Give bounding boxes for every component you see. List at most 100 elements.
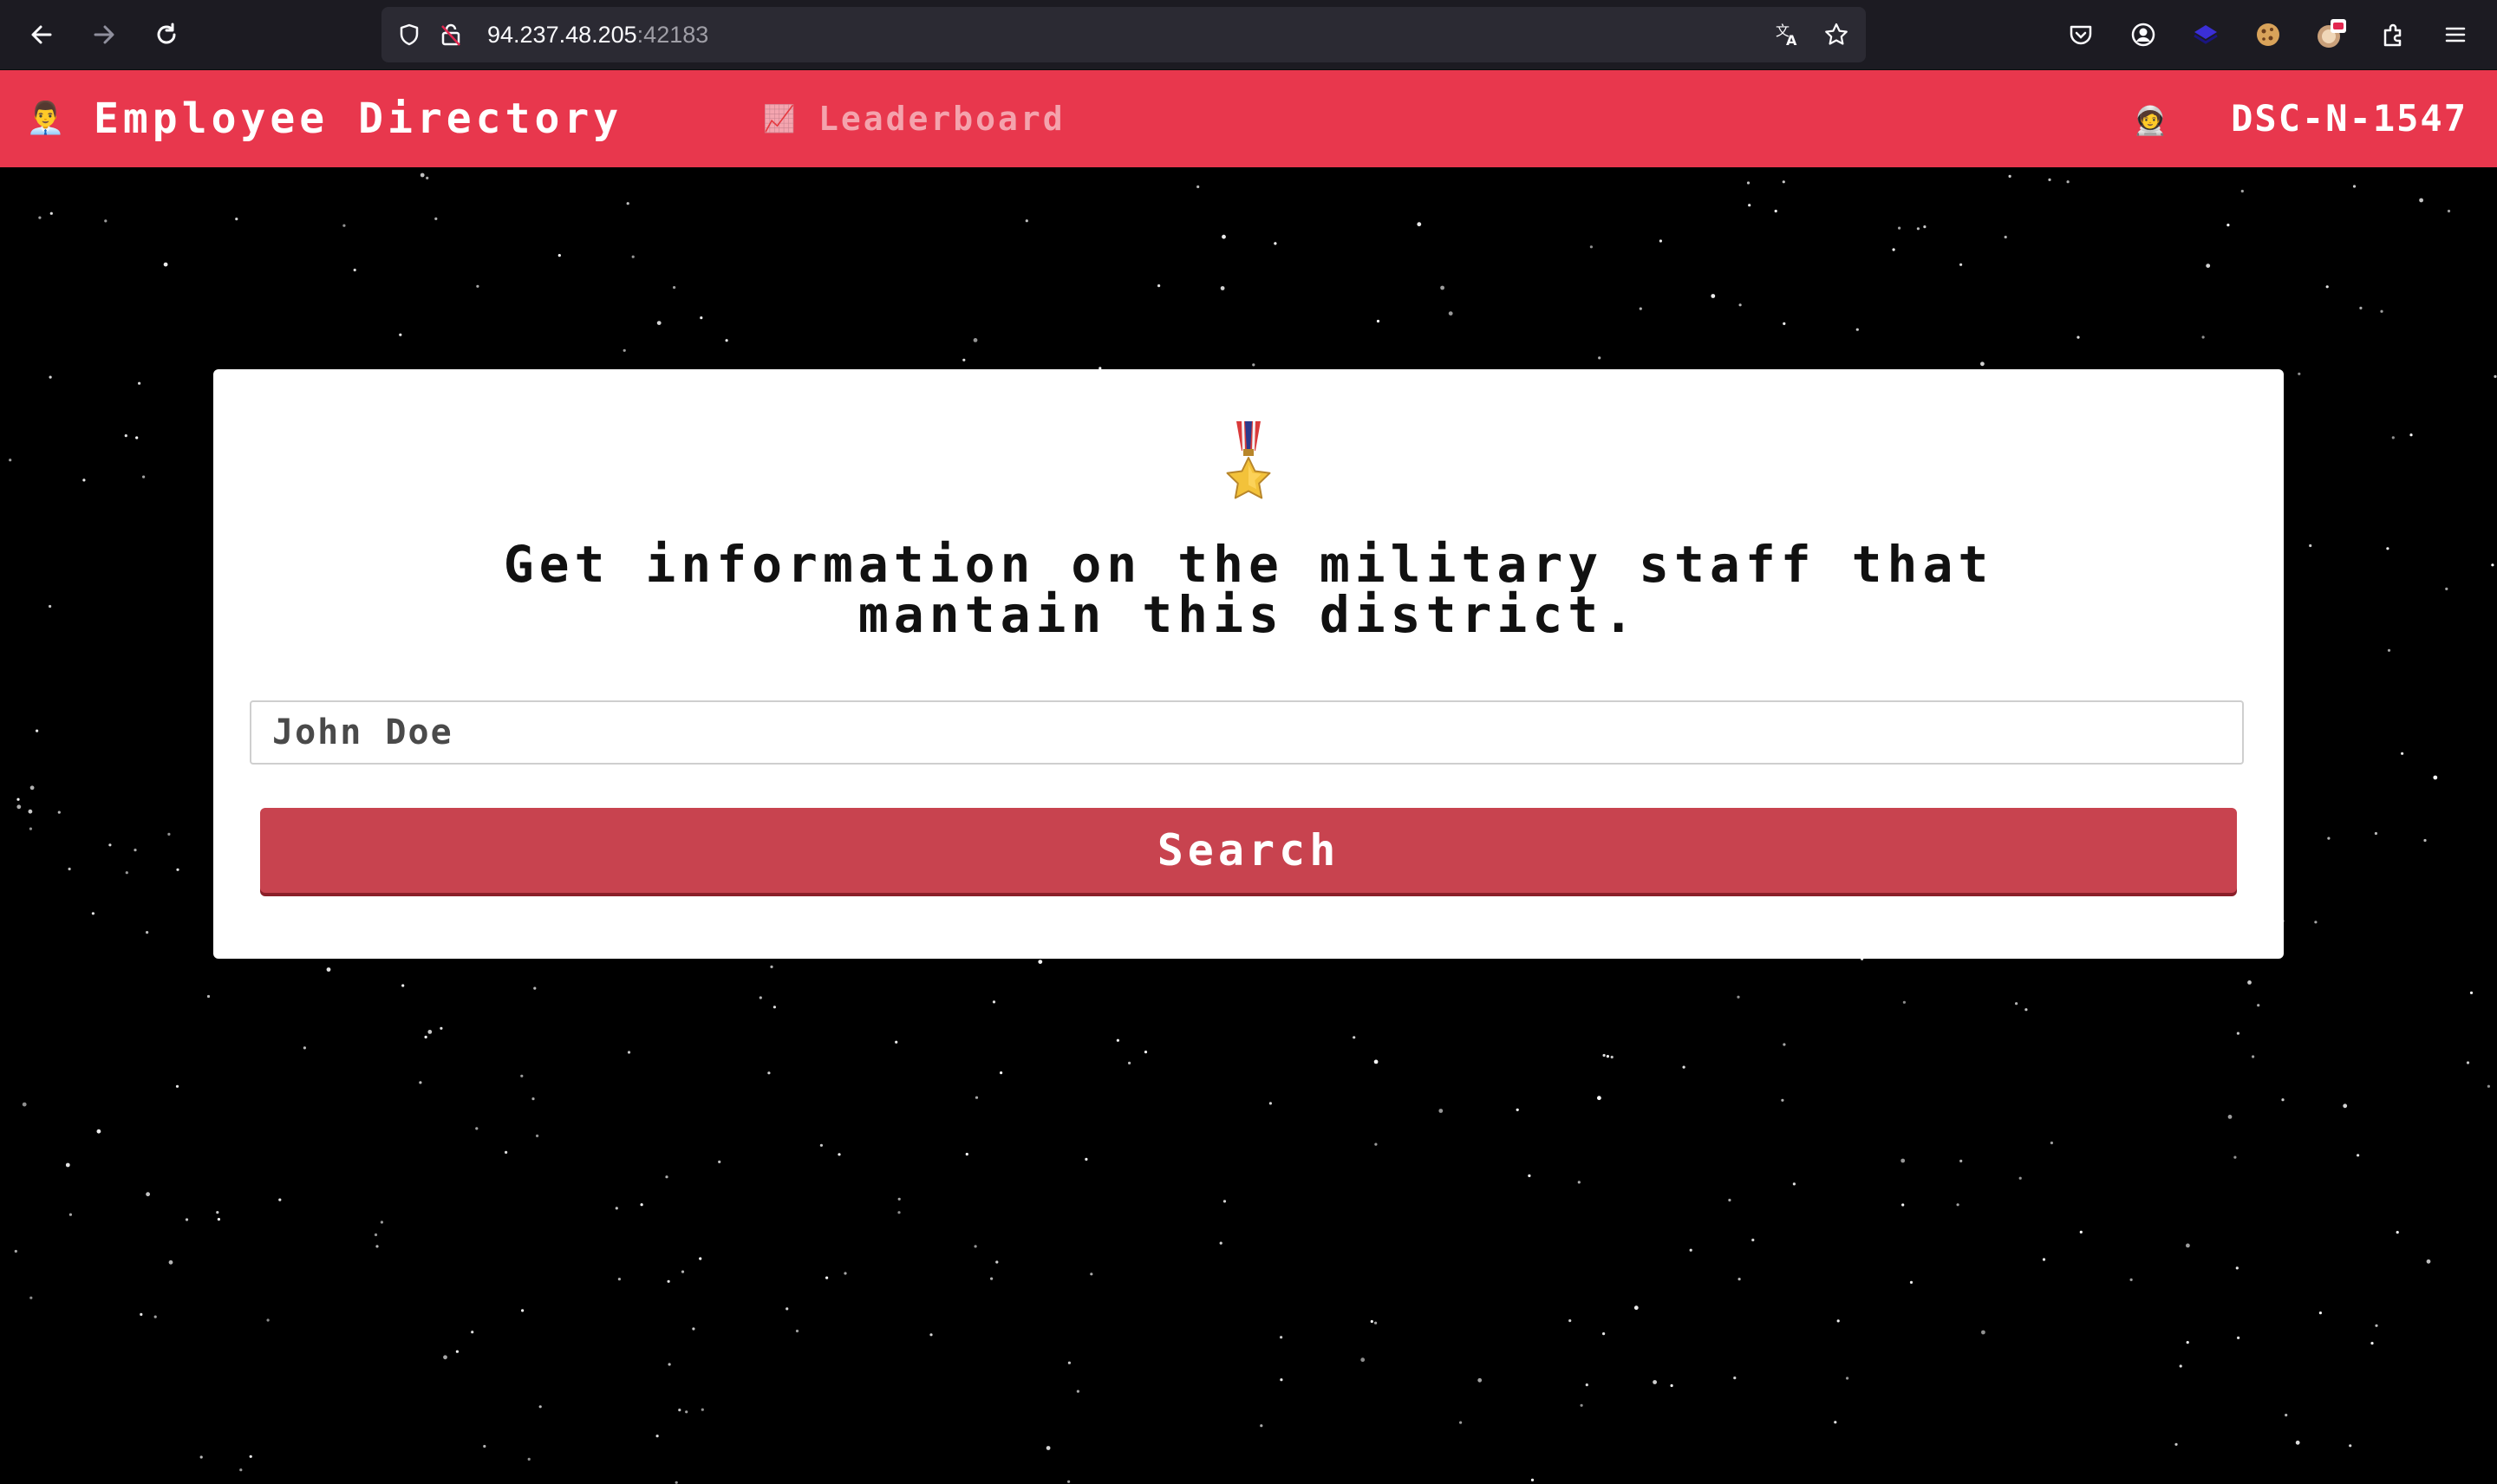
star-dot [1076,1390,1079,1393]
star-dot [897,1211,901,1214]
star-dot [1220,286,1225,290]
star-dot [1374,1142,1378,1146]
star-dot [767,1071,771,1075]
forward-icon[interactable] [83,14,125,55]
star-dot [718,1160,721,1163]
account-icon[interactable] [2126,17,2161,52]
star-dot [1038,960,1043,964]
star-dot [2008,174,2011,178]
star-dot [1602,1053,1606,1058]
star-dot [2487,1084,2490,1088]
address-bar[interactable]: 94.237.48.205:42183 文A [381,7,1866,62]
star-dot [531,1097,535,1101]
star-dot [1639,307,1642,310]
brand-title-link[interactable]: Employee Directory [94,91,623,146]
star-dot [626,202,629,205]
insecure-lock-icon[interactable] [437,21,465,49]
star-dot [656,321,662,325]
star-dot [167,832,171,836]
star-dot [2186,1243,2190,1248]
star-dot [1923,225,1927,229]
star-dot [759,996,762,999]
star-dot [1252,363,1255,367]
back-icon[interactable] [21,14,62,55]
star-dot [2252,1055,2255,1058]
star-dot [2494,374,2497,378]
star-dot [1981,1330,1985,1335]
headline-line-2: mantain this district. [857,585,1640,644]
star-dot [773,1006,777,1009]
cookie-extension-icon[interactable] [2251,17,2285,52]
star-dot [49,375,52,379]
star-dot [1610,1055,1614,1059]
star-dot [1090,1272,1093,1276]
star-dot [1689,1248,1692,1252]
star-dot [520,1074,524,1077]
star-dot [1898,226,1901,230]
star-dot [1196,185,1200,189]
star-dot [2233,1155,2237,1159]
star-dot [2343,1103,2348,1109]
star-dot [505,1150,508,1154]
star-dot [2352,185,2357,188]
menu-icon[interactable] [2438,17,2473,52]
star-dot [1902,1000,1906,1004]
star-dot [2024,1008,2028,1012]
star-dot [2433,775,2438,780]
star-dot [16,797,20,801]
extensions-puzzle-icon[interactable] [2376,17,2410,52]
leaderboard-link[interactable]: Leaderboard [818,91,1066,146]
star-dot [278,1198,282,1201]
star-dot [235,218,238,221]
star-dot [9,459,12,462]
shield-icon[interactable] [395,21,423,49]
star-dot [1834,1421,1837,1424]
search-card: Get information on the military staff th… [213,369,2284,959]
star-dot [673,286,676,290]
star-dot [199,1455,203,1459]
page-headline: Get information on the military staff th… [265,539,2232,640]
headline-line-1: Get information on the military staff th… [503,535,1994,594]
star-dot [795,1329,799,1333]
star-dot [1577,1181,1581,1184]
star-dot [249,1455,252,1458]
star-dot [1682,1065,1685,1069]
bookmark-star-icon[interactable] [1822,21,1850,49]
star-dot [176,868,179,871]
star-dot [217,1218,220,1221]
star-dot [1274,242,1277,245]
pocket-icon[interactable] [2063,17,2098,52]
reload-icon[interactable] [146,14,187,55]
star-dot [2201,335,2205,339]
star-dot [668,1363,671,1366]
star-dot [2048,178,2051,181]
star-dot [419,1081,422,1084]
name-search-input[interactable] [250,700,2244,765]
url-text[interactable]: 94.237.48.205:42183 [487,7,708,62]
star-dot [1733,1377,1737,1380]
star-dot [424,1035,427,1038]
star-dot [353,268,356,272]
star-dot [992,1000,996,1004]
star-dot [206,994,211,999]
star-dot [2309,543,2312,548]
star-dot [1959,263,1963,266]
star-dot [1448,311,1453,316]
extension-badge-icon[interactable] [2313,17,2348,52]
star-dot [1782,180,1785,184]
star-dot [434,217,438,220]
star-dot [29,785,35,791]
star-dot [844,1272,847,1275]
star-dot [1374,1321,1378,1325]
star-dot [2240,189,2244,193]
star-dot [2174,1442,2178,1446]
star-dot [1836,1319,1840,1323]
star-dot [2325,285,2329,289]
extension-layers-icon[interactable] [2188,17,2223,52]
translate-icon[interactable]: 文A [1774,21,1802,49]
star-dot [138,381,141,385]
star-dot [2349,1444,2352,1448]
search-button[interactable]: Search [260,808,2237,893]
star-dot [2015,1002,2018,1006]
star-dot [1909,1280,1913,1284]
